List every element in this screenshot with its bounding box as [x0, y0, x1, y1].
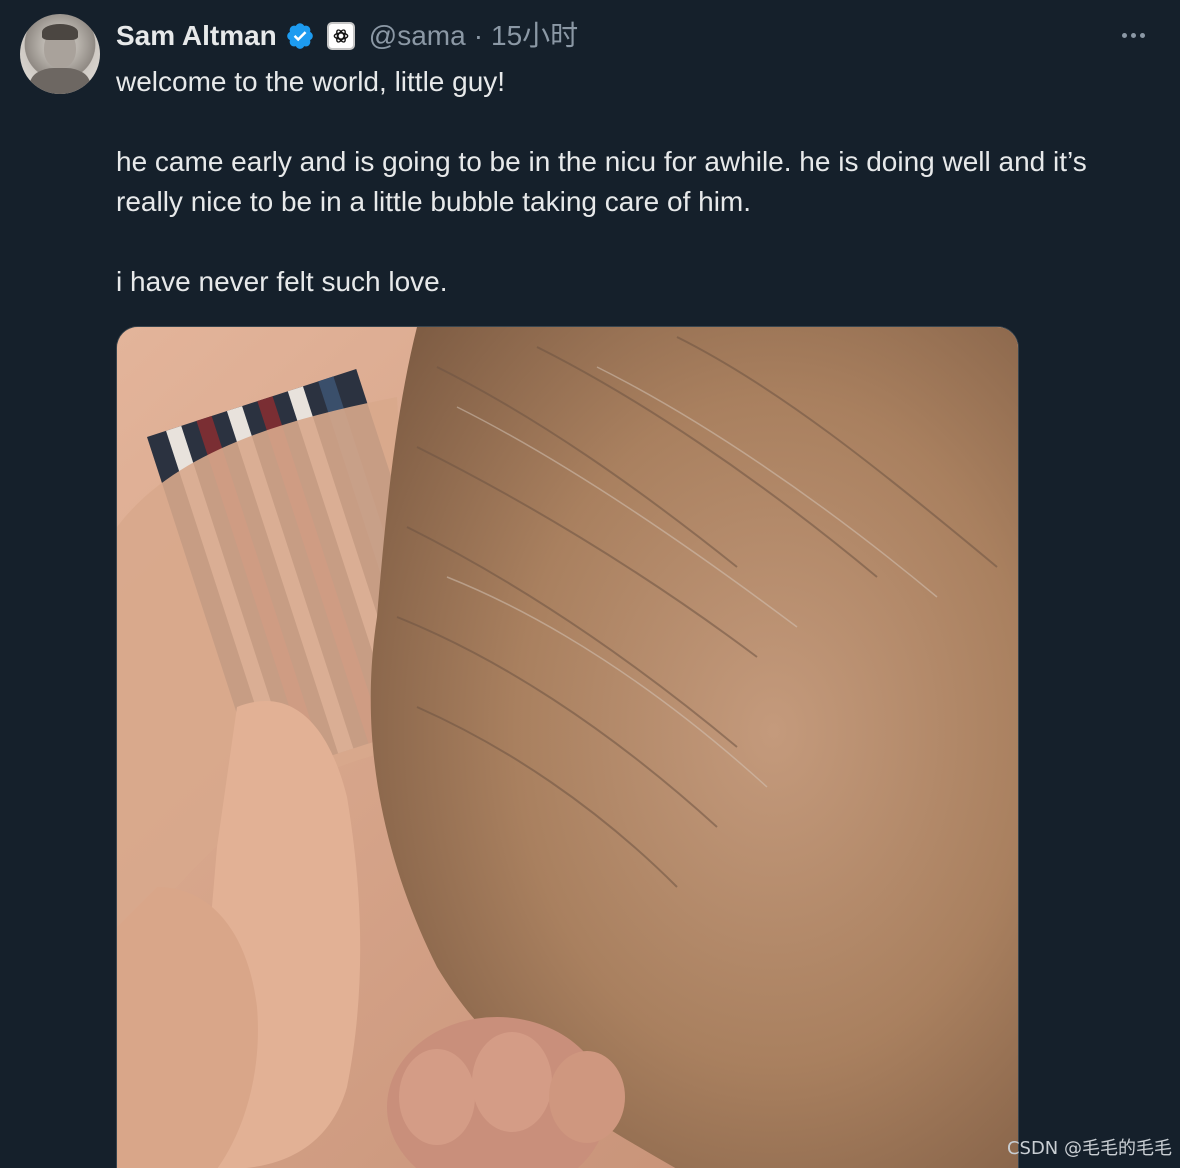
- verified-badge-icon[interactable]: [285, 21, 315, 51]
- baby-photo-image: [117, 327, 1018, 1168]
- author-handle[interactable]: @sama: [369, 16, 466, 56]
- tweet: Sam Altman @sama · 15小时 welcome to the w…: [0, 0, 1180, 1168]
- openai-logo-icon[interactable]: [326, 22, 355, 50]
- tweet-photo[interactable]: [116, 326, 1019, 1168]
- separator-dot: ·: [473, 20, 484, 51]
- author-name[interactable]: Sam Altman: [116, 16, 277, 56]
- more-options-icon[interactable]: [1116, 20, 1150, 50]
- tweet-header: Sam Altman @sama · 15小时: [116, 14, 578, 58]
- tweet-timestamp[interactable]: 15小时: [491, 16, 578, 56]
- tweet-text: welcome to the world, little guy! he cam…: [116, 62, 1146, 302]
- tweet-text-line: he came early and is going to be in the …: [116, 146, 1087, 217]
- tweet-text-line: welcome to the world, little guy!: [116, 66, 506, 97]
- tweet-text-line: i have never felt such love.: [116, 266, 448, 297]
- author-avatar[interactable]: [20, 14, 100, 94]
- watermark: CSDN @毛毛的毛毛: [1006, 1138, 1172, 1159]
